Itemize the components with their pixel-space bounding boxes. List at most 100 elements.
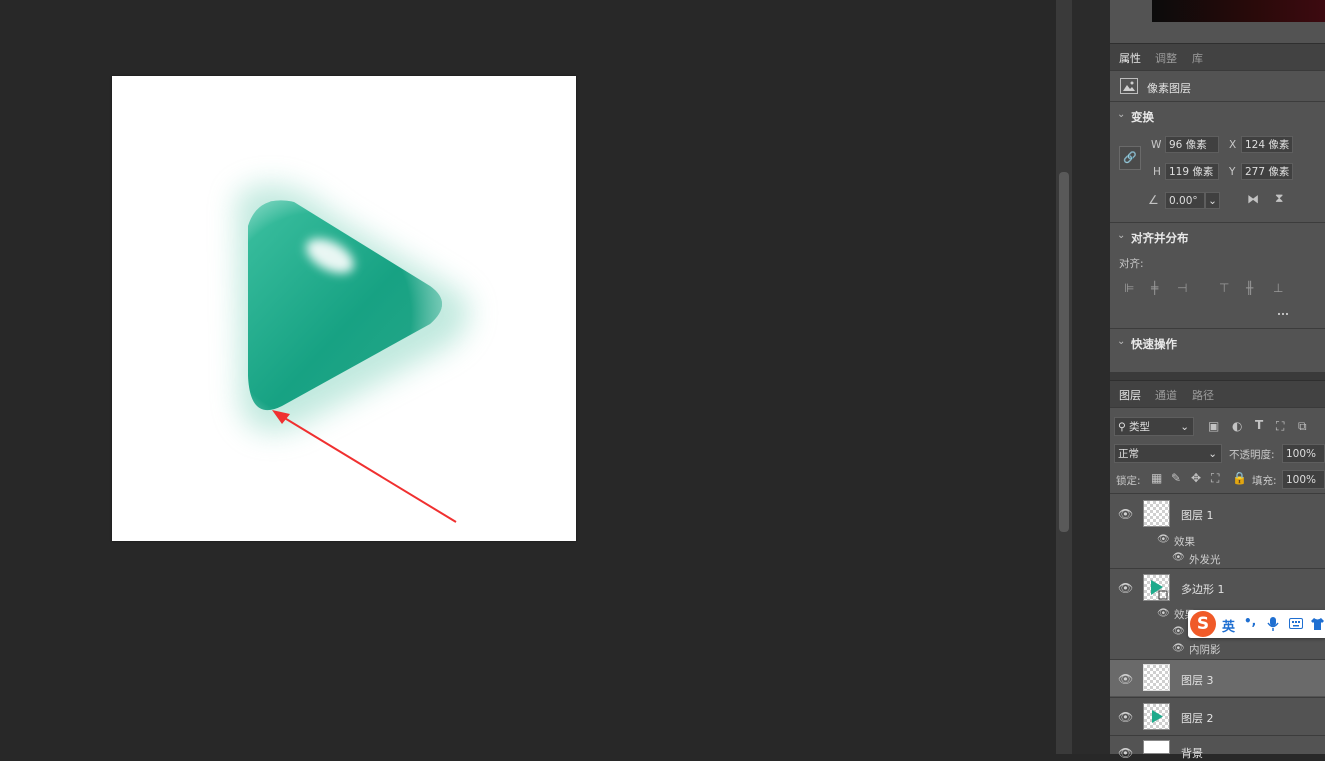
height-field[interactable]: 119 像素 — [1165, 163, 1219, 180]
adjustment-filter-icon[interactable]: ◐ — [1232, 419, 1242, 433]
align-top-icon[interactable]: ⊤ — [1219, 281, 1229, 295]
layer-name[interactable]: 图层 1 — [1181, 507, 1214, 523]
tab-libraries[interactable]: 库 — [1192, 50, 1203, 66]
divider — [1110, 101, 1325, 102]
angle-icon: ∠ — [1148, 193, 1159, 207]
divider — [1110, 568, 1325, 569]
visibility-eye-icon[interactable]: 👁 — [1118, 746, 1133, 760]
document-canvas[interactable] — [112, 76, 576, 541]
chevron-down-icon[interactable]: ⌄ — [1117, 109, 1125, 120]
layer-filter-label: 类型 — [1129, 421, 1151, 433]
angle-dropdown[interactable]: ⌄ — [1205, 192, 1220, 209]
pixel-layer-icon — [1120, 78, 1138, 94]
divider — [1110, 697, 1325, 698]
color-picker-gradient[interactable] — [1152, 0, 1325, 22]
panel-separator — [1110, 372, 1325, 380]
align-title[interactable]: 对齐并分布 — [1131, 230, 1189, 246]
transform-title[interactable]: 变换 — [1131, 109, 1154, 125]
layer-thumbnail — [1143, 703, 1170, 730]
microphone-icon[interactable] — [1267, 616, 1279, 632]
visibility-eye-icon[interactable]: 👁 — [1118, 507, 1133, 521]
align-center-v-icon[interactable]: ╫ — [1246, 281, 1253, 295]
shirt-icon[interactable] — [1310, 617, 1325, 631]
layer-thumbnail — [1143, 574, 1170, 601]
lock-all-icon[interactable]: 🔒 — [1232, 471, 1247, 485]
width-field[interactable]: 96 像素 — [1165, 136, 1219, 153]
visibility-eye-icon[interactable]: 👁 — [1172, 643, 1185, 654]
align-center-h-icon[interactable]: ╪ — [1151, 281, 1158, 295]
layers-tabbar: 图层 通道 路径 — [1110, 380, 1325, 408]
lock-artboard-icon[interactable]: ⛶ — [1211, 471, 1219, 486]
opacity-label: 不透明度: — [1229, 449, 1275, 461]
effect-outer-glow[interactable]: 外发光 — [1189, 552, 1221, 567]
lock-position-icon[interactable]: ✥ — [1191, 471, 1201, 485]
ime-punctuation-toggle[interactable]: •, — [1244, 614, 1256, 628]
chevron-down-icon[interactable]: ⌄ — [1117, 336, 1125, 347]
canvas-artwork — [237, 184, 470, 523]
chevron-down-icon: ⌄ — [1208, 448, 1217, 460]
layer-thumbnail — [1143, 664, 1170, 691]
align-label: 对齐: — [1119, 258, 1144, 270]
layer-thumbnail — [1143, 500, 1170, 527]
ime-language-toggle[interactable]: 英 — [1222, 616, 1235, 635]
keyboard-icon[interactable] — [1289, 618, 1303, 629]
layer-name[interactable]: 多边形 1 — [1181, 581, 1225, 597]
visibility-eye-icon[interactable]: 👁 — [1118, 710, 1133, 724]
x-label: X — [1229, 139, 1237, 151]
image-filter-icon[interactable]: ▣ — [1208, 419, 1219, 433]
angle-field[interactable]: 0.00° — [1165, 192, 1205, 209]
tab-layers[interactable]: 图层 — [1119, 387, 1141, 403]
panel-gutter — [1072, 0, 1110, 754]
align-left-icon[interactable]: ⊫ — [1124, 281, 1134, 295]
link-icon[interactable]: 🔗 — [1119, 146, 1141, 170]
lock-brush-icon[interactable]: ✎ — [1171, 471, 1181, 485]
divider — [1110, 328, 1325, 329]
divider — [1110, 493, 1325, 494]
fill-field[interactable]: 100% — [1282, 470, 1325, 489]
text-filter-icon[interactable]: T — [1255, 418, 1263, 432]
flip-vertical-icon[interactable]: ⧗ — [1275, 191, 1283, 206]
chevron-down-icon[interactable]: ⌄ — [1117, 230, 1125, 241]
h-label: H — [1153, 166, 1161, 178]
layer-thumbnail — [1143, 740, 1170, 754]
red-arrow — [277, 413, 457, 523]
tab-properties[interactable]: 属性 — [1119, 50, 1141, 66]
visibility-eye-icon[interactable]: 👁 — [1157, 534, 1170, 545]
w-label: W — [1151, 139, 1162, 151]
effect-inner-shadow[interactable]: 内阴影 — [1189, 642, 1221, 657]
sogou-logo-icon[interactable]: S — [1190, 611, 1216, 637]
quick-actions-title[interactable]: 快速操作 — [1131, 336, 1177, 352]
visibility-eye-icon[interactable]: 👁 — [1172, 552, 1185, 563]
layer-name[interactable]: 图层 3 — [1181, 672, 1214, 688]
align-right-icon[interactable]: ⊣ — [1177, 281, 1187, 295]
more-options-icon[interactable]: ... — [1277, 306, 1289, 318]
visibility-eye-icon[interactable]: 👁 — [1172, 626, 1185, 637]
blend-mode-select[interactable]: 正常 ⌄ — [1114, 444, 1222, 463]
fill-label: 填充: — [1252, 475, 1277, 487]
visibility-eye-icon[interactable]: 👁 — [1118, 581, 1133, 595]
layer-filter-select[interactable]: ⚲ 类型 ⌄ — [1114, 417, 1194, 436]
layer-name[interactable]: 背景 — [1181, 745, 1203, 761]
layer-name[interactable]: 图层 2 — [1181, 710, 1214, 726]
lock-transparency-icon[interactable]: ▦ — [1151, 471, 1162, 485]
flip-horizontal-icon[interactable]: ⧓ — [1247, 192, 1259, 206]
align-bottom-icon[interactable]: ⊥ — [1273, 281, 1283, 295]
opacity-field[interactable]: 100% — [1282, 444, 1325, 463]
ime-toolbar[interactable]: S 英 •, — [1188, 610, 1325, 638]
shape-filter-icon[interactable]: ⛶ — [1276, 419, 1284, 434]
y-field[interactable]: 277 像素 — [1241, 163, 1293, 180]
chevron-down-icon: ⌄ — [1180, 421, 1189, 433]
lock-label: 锁定: — [1116, 475, 1141, 487]
scrollbar-thumb[interactable] — [1059, 172, 1069, 532]
tab-paths[interactable]: 路径 — [1192, 387, 1214, 403]
blend-mode-value: 正常 — [1118, 448, 1139, 460]
tab-adjustments[interactable]: 调整 — [1155, 50, 1177, 66]
search-icon: ⚲ — [1118, 421, 1126, 433]
visibility-eye-icon[interactable]: 👁 — [1157, 608, 1170, 619]
tab-channels[interactable]: 通道 — [1155, 387, 1177, 403]
divider — [1110, 735, 1325, 736]
smart-object-filter-icon[interactable]: ⧉ — [1298, 419, 1307, 434]
visibility-eye-icon[interactable]: 👁 — [1118, 672, 1133, 686]
properties-tabbar: 属性 调整 库 — [1110, 43, 1325, 71]
x-field[interactable]: 124 像素 — [1241, 136, 1293, 153]
